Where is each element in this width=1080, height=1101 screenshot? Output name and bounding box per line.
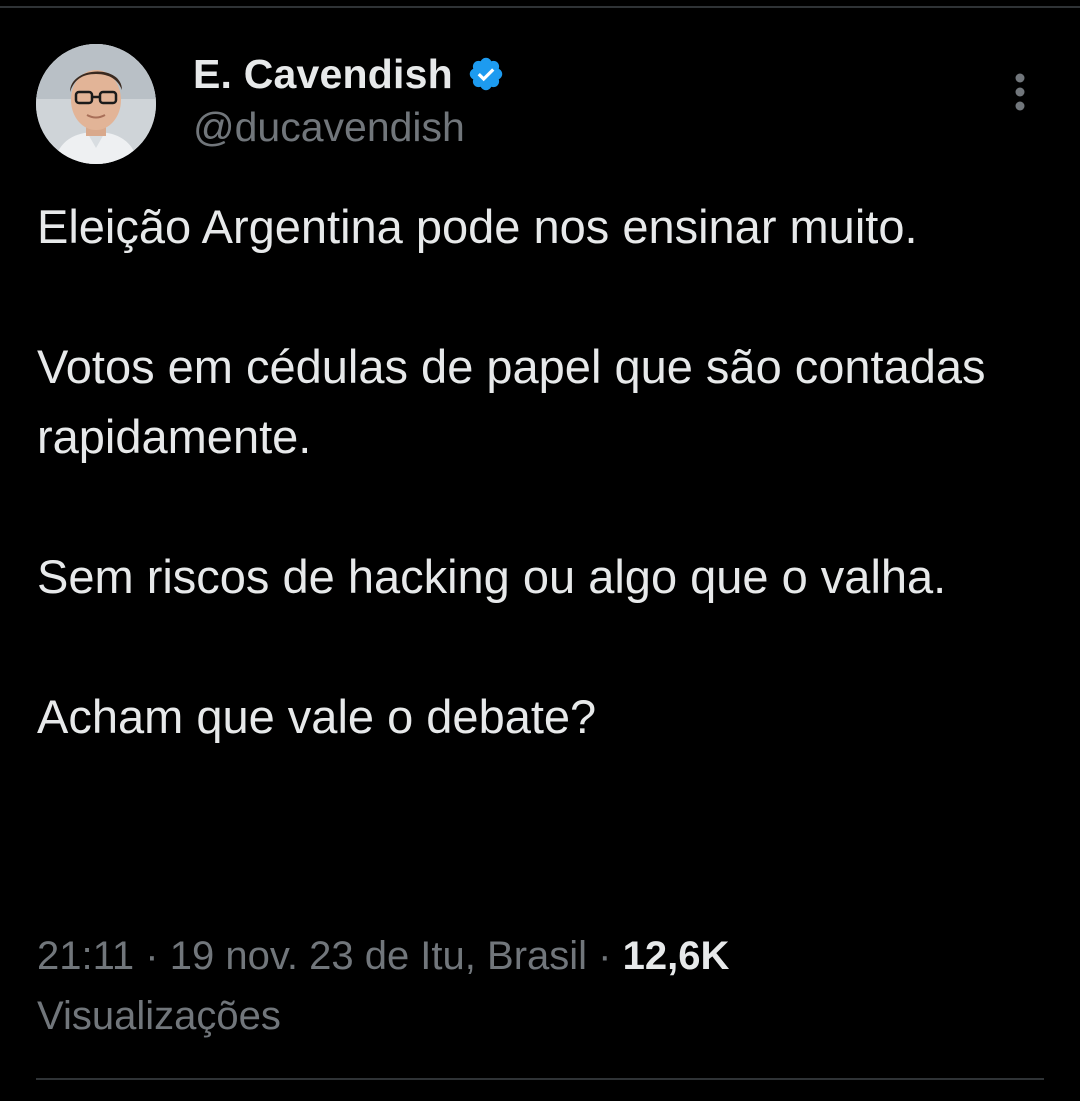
tweet-metadata: 21:11 · 19 nov. 23 de Itu, Brasil · 12,6… <box>37 926 1037 1046</box>
author-handle[interactable]: @ducavendish <box>193 104 465 151</box>
tweet-time[interactable]: 21:11 <box>37 934 134 978</box>
tweet-location: de Itu, Brasil <box>364 934 588 978</box>
tweet-paragraph: Votos em cédulas de papel que são contad… <box>37 340 986 463</box>
more-vertical-icon <box>1015 73 1025 111</box>
top-divider <box>0 6 1080 8</box>
views-label[interactable]: Visualizações <box>37 994 281 1038</box>
tweet-date[interactable]: 19 nov. 23 <box>170 934 354 978</box>
bottom-divider <box>36 1078 1044 1080</box>
meta-separator: · <box>145 934 159 978</box>
verified-badge-icon <box>469 57 503 91</box>
author-name-row: E. Cavendish <box>193 50 505 98</box>
tweet-paragraph: Sem riscos de hacking ou algo que o valh… <box>37 550 947 603</box>
views-count[interactable]: 12,6K <box>623 934 730 978</box>
tweet-paragraph: Acham que vale o debate? <box>37 690 597 743</box>
tweet-paragraph: Eleição Argentina pode nos ensinar muito… <box>37 200 918 253</box>
more-options-button[interactable] <box>1000 68 1040 116</box>
tweet-text: Eleição Argentina pode nos ensinar muito… <box>37 192 1047 752</box>
profile-photo <box>36 44 156 164</box>
meta-separator: · <box>598 934 612 978</box>
avatar[interactable] <box>36 44 156 164</box>
author-display-name[interactable]: E. Cavendish <box>193 51 453 98</box>
